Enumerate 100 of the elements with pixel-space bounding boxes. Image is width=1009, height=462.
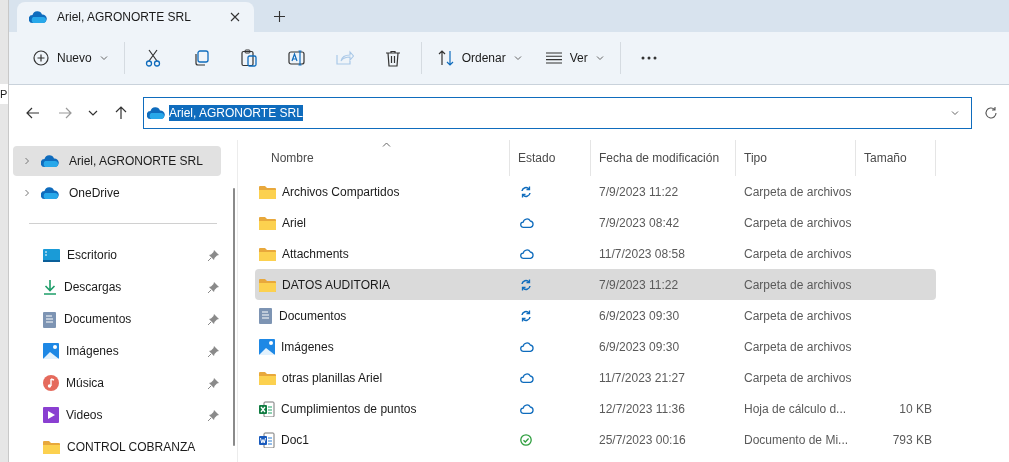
file-name: DATOS AUDITORIA <box>282 277 391 292</box>
sidebar-item[interactable]: Documentos <box>13 303 221 335</box>
date-text: 6/9/2023 09:30 <box>599 339 680 354</box>
new-button[interactable]: Nuevo <box>21 40 120 76</box>
window-tab[interactable]: Ariel, AGRONORTE SRL <box>17 2 254 32</box>
image-icon <box>43 343 59 359</box>
cloud-icon <box>520 403 534 414</box>
sidebar-label: Ariel, AGRONORTE SRL <box>69 154 203 168</box>
folder-icon <box>43 440 60 454</box>
download-icon <box>43 279 57 295</box>
file-row[interactable]: DATOS AUDITORIA 7/9/2023 11:22 Carpeta de archivos <box>255 269 936 300</box>
plus-icon <box>274 10 285 22</box>
spreadsheet-icon <box>259 400 275 417</box>
sidebar-item[interactable]: CONTROL COBRANZA <box>13 431 221 462</box>
column-header[interactable]: Tamaño <box>856 140 936 176</box>
file-row[interactable]: Documentos 6/9/2023 09:30 Carpeta de archivos <box>255 300 936 331</box>
file-row[interactable]: Archivos Compartidos 7/9/2023 11:22 Carpeta de archivos <box>255 176 936 207</box>
sidebar-label: Música <box>66 376 105 390</box>
desktop-icon <box>43 248 60 262</box>
folder-icon <box>259 277 276 292</box>
date-text: 11/7/2023 21:27 <box>599 370 685 385</box>
cloud-icon <box>520 341 534 352</box>
onedrive-icon <box>41 155 59 167</box>
folder-icon <box>259 215 276 230</box>
tab-title: Ariel, AGRONORTE SRL <box>57 10 192 24</box>
chevron-icon <box>595 54 604 62</box>
file-row[interactable]: Attachments 11/7/2023 08:58 Carpeta de archivos <box>255 238 936 269</box>
cloud-icon <box>520 372 534 383</box>
up-arrow-icon <box>115 105 127 120</box>
date-text: 7/9/2023 08:42 <box>599 215 680 230</box>
sidebar-label: Videos <box>66 408 104 422</box>
sidebar-item[interactable]: Videos <box>13 399 221 431</box>
file-row[interactable]: Imágenes 6/9/2023 09:30 Carpeta de archivos <box>255 331 936 362</box>
file-name: Ariel <box>282 215 306 230</box>
sync-icon <box>520 278 532 291</box>
column-header[interactable]: Tipo <box>736 140 856 176</box>
date-text: 7/9/2023 11:22 <box>599 184 679 199</box>
background-window-text: P <box>0 88 8 100</box>
type-text: Carpeta de archivos <box>744 215 852 230</box>
onedrive-icon <box>147 106 165 119</box>
type-text: Carpeta de archivos <box>744 184 852 199</box>
document-icon <box>43 310 57 328</box>
sidebar-item[interactable]: Escritorio <box>13 239 221 271</box>
sidebar-item[interactable]: Descargas <box>13 271 221 303</box>
column-header[interactable]: Nombre <box>255 140 510 176</box>
close-icon <box>230 12 240 22</box>
folder-icon <box>259 246 276 261</box>
date-text: 7/9/2023 11:22 <box>599 277 679 292</box>
sort-button[interactable]: Ordenar <box>425 40 534 76</box>
sidebar-label: Descargas <box>64 280 123 294</box>
file-row[interactable]: Cumplimientos de puntos 12/7/2023 11:36 Hoja de cálculo d... 10 KB <box>255 393 936 424</box>
sort-caret-icon <box>382 142 391 147</box>
file-name: Archivos Compartidos <box>282 184 400 199</box>
view-button[interactable]: Ver <box>533 40 616 76</box>
sidebar-item[interactable]: OneDrive <box>13 178 221 208</box>
word-document-icon <box>259 431 275 448</box>
type-text: Carpeta de archivos <box>744 339 852 354</box>
file-row[interactable]: Doc1 25/7/2023 00:16 Documento de Mi... 793 KB <box>255 424 936 455</box>
back-arrow-icon <box>26 106 40 119</box>
address-field[interactable]: Ariel, AGRONORTE SRL <box>143 96 972 129</box>
file-row[interactable]: otras planillas Ariel 11/7/2023 21:27 Carpeta de archivos <box>255 362 936 393</box>
type-text: Carpeta de archivos <box>744 246 852 261</box>
file-name: otras planillas Ariel <box>282 370 383 385</box>
column-header[interactable]: Estado <box>510 140 591 176</box>
sidebar-label: CONTROL COBRANZA <box>67 440 197 454</box>
file-name: Cumplimientos de puntos <box>281 401 417 416</box>
sidebar-label: Documentos <box>64 312 133 326</box>
onedrive-icon <box>41 187 59 199</box>
type-text: Hoja de cálculo d... <box>744 401 847 416</box>
folder-icon <box>259 370 276 385</box>
folder-icon <box>259 184 276 199</box>
type-text: Carpeta de archivos <box>744 370 852 385</box>
column-header[interactable]: Fecha de modificación <box>591 140 736 176</box>
type-text: Documento de Mi... <box>744 432 849 447</box>
file-name: Imágenes <box>281 339 334 354</box>
date-text: 12/7/2023 11:36 <box>599 401 685 416</box>
file-row[interactable]: Ariel 7/9/2023 08:42 Carpeta de archivos <box>255 207 936 238</box>
sidebar-item[interactable]: Ariel, AGRONORTE SRL <box>13 146 221 176</box>
chevron-icon <box>951 108 959 117</box>
video-icon <box>43 407 59 423</box>
sidebar-item[interactable]: Música <box>13 367 221 399</box>
sidebar-label: Imágenes <box>66 344 120 358</box>
chevron-icon <box>99 54 108 62</box>
forward-arrow-icon <box>58 106 72 119</box>
cloud-icon <box>520 248 534 259</box>
document-icon <box>259 307 273 324</box>
type-text: Carpeta de archivos <box>744 308 852 323</box>
date-text: 11/7/2023 08:58 <box>599 246 685 261</box>
sidebar-item[interactable]: Imágenes <box>13 335 221 367</box>
date-text: 6/9/2023 09:30 <box>599 308 680 323</box>
chevron-icon <box>88 109 98 116</box>
chevron-icon <box>513 54 522 62</box>
sync-icon <box>520 185 532 198</box>
check-circle-icon <box>520 433 532 446</box>
refresh-icon <box>984 105 998 120</box>
cloud-icon <box>520 217 534 228</box>
onedrive-icon <box>29 11 47 23</box>
date-text: 25/7/2023 00:16 <box>599 432 686 447</box>
sync-icon <box>520 309 532 322</box>
size-text: 10 KB <box>899 401 932 416</box>
